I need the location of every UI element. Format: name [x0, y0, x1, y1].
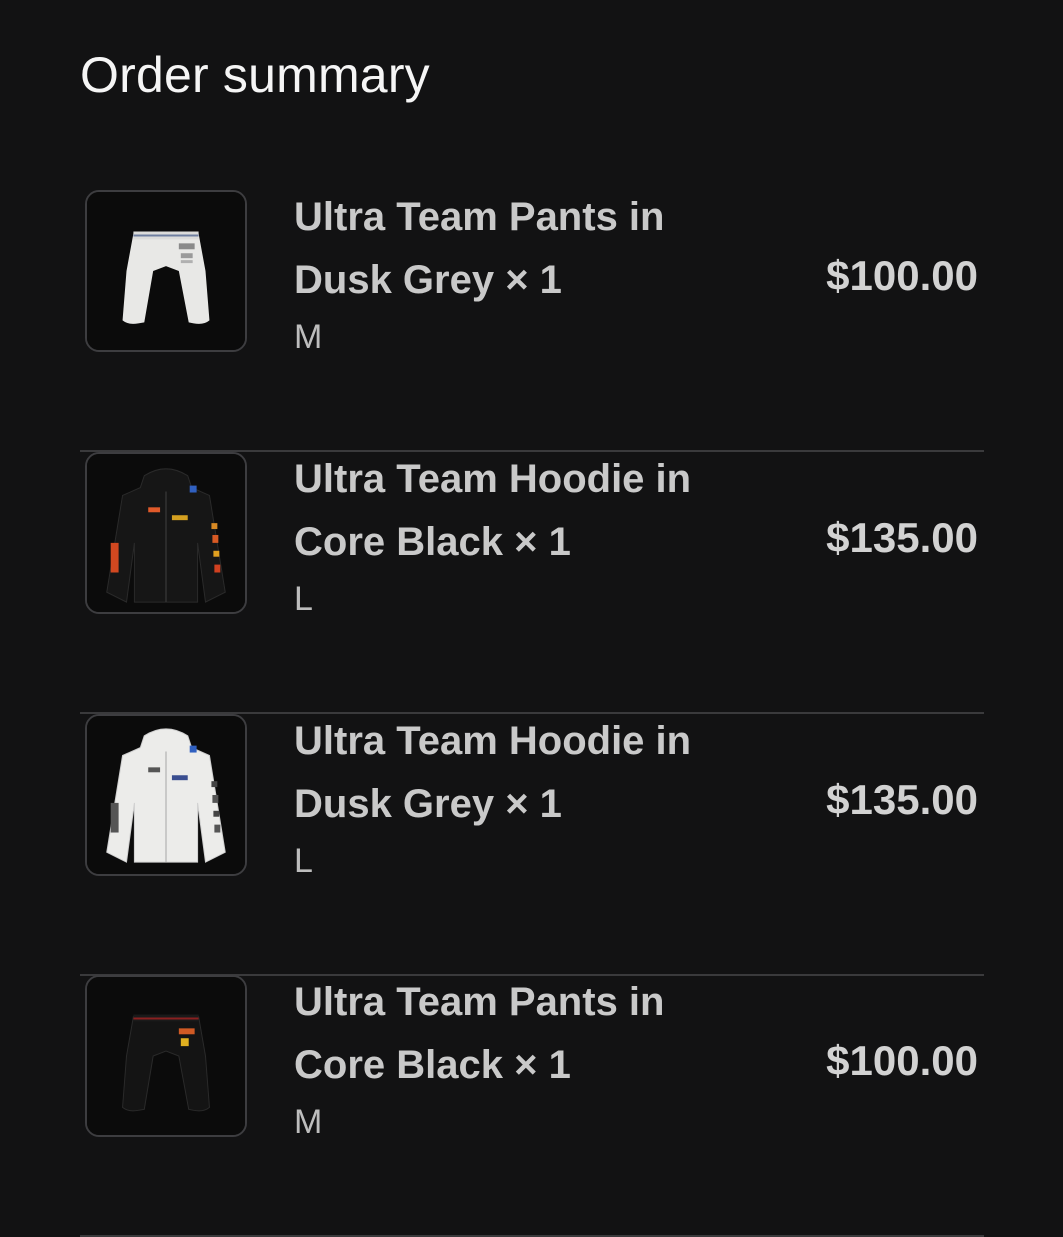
- item-name[interactable]: Ultra Team Hoodie in Core Black × 1: [294, 448, 764, 574]
- item-price: $100.00: [826, 1037, 978, 1084]
- item-variant: L: [294, 580, 313, 618]
- item-name-line-2: Core Black × 1: [294, 520, 571, 564]
- order-line-item[interactable]: Ultra Team Pants in Dusk Grey × 1 M $100…: [80, 190, 984, 452]
- grey-hoodie-image: [85, 714, 247, 876]
- black-hoodie-image: [85, 452, 247, 614]
- order-line-item[interactable]: Ultra Team Pants in Core Black × 1 M $10…: [80, 975, 984, 1237]
- order-line-item[interactable]: Ultra Team Hoodie in Core Black × 1 L $1…: [80, 452, 984, 714]
- item-name-line-1: Ultra Team Pants in: [294, 195, 665, 239]
- item-name-line-1: Ultra Team Hoodie in: [294, 457, 692, 501]
- item-variant: L: [294, 842, 313, 880]
- item-name[interactable]: Ultra Team Pants in Core Black × 1: [294, 971, 764, 1097]
- item-price: $135.00: [826, 514, 978, 561]
- item-name[interactable]: Ultra Team Hoodie in Dusk Grey × 1: [294, 710, 764, 836]
- item-price: $135.00: [826, 776, 978, 823]
- page-title: Order summary: [80, 47, 430, 103]
- item-name-line-1: Ultra Team Pants in: [294, 980, 665, 1024]
- item-variant: M: [294, 318, 323, 356]
- item-name-line-2: Core Black × 1: [294, 1043, 571, 1087]
- black-pants-image: [85, 975, 247, 1137]
- item-variant: M: [294, 1103, 323, 1141]
- item-name[interactable]: Ultra Team Pants in Dusk Grey × 1: [294, 186, 764, 312]
- order-line-item[interactable]: Ultra Team Hoodie in Dusk Grey × 1 L $13…: [80, 714, 984, 976]
- item-price: $100.00: [826, 252, 978, 299]
- grey-pants-image: [85, 190, 247, 352]
- item-name-line-2: Dusk Grey × 1: [294, 258, 562, 302]
- item-name-line-2: Dusk Grey × 1: [294, 782, 562, 826]
- item-name-line-1: Ultra Team Hoodie in: [294, 719, 692, 763]
